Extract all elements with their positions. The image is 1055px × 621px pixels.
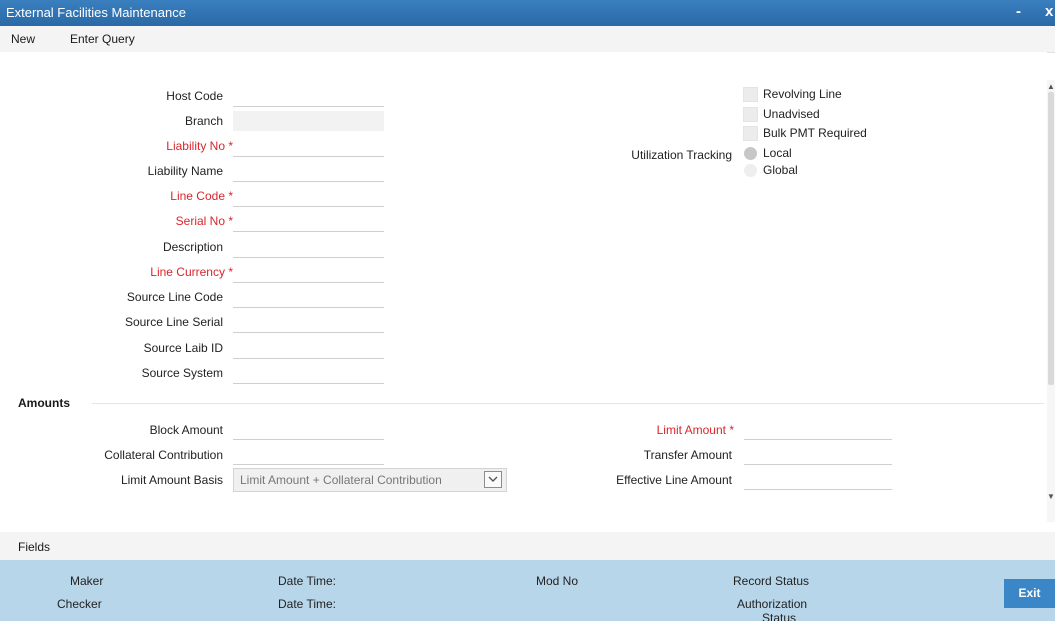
menu-new[interactable]: New (11, 32, 35, 46)
source-system-label: Source System (141, 366, 223, 380)
line-code-field[interactable] (233, 186, 384, 207)
block-amount-label: Block Amount (149, 423, 223, 437)
amounts-section-title: Amounts (18, 396, 70, 410)
source-line-serial-label: Source Line Serial (124, 315, 223, 329)
host-code-field[interactable] (233, 86, 384, 107)
line-currency-label: Line Currency * (150, 265, 233, 279)
menu-enter-query[interactable]: Enter Query (70, 32, 135, 46)
window-title: External Facilities Maintenance (6, 5, 186, 20)
exit-button[interactable]: Exit (1004, 579, 1055, 608)
bulk-pmt-required-checkbox[interactable] (743, 126, 758, 141)
line-currency-field[interactable] (233, 262, 384, 283)
utilization-local-radio[interactable] (744, 147, 757, 160)
liability-no-label: Liability No * (166, 139, 233, 153)
chevron-down-icon[interactable] (484, 471, 502, 488)
source-laib-id-field[interactable] (233, 338, 384, 359)
checker-label: Checker (57, 597, 102, 611)
utilization-tracking-label: Utilization Tracking (631, 148, 732, 162)
host-code-label: Host Code (166, 89, 223, 103)
utilization-global-label: Global (763, 163, 798, 177)
checker-date-time-label: Date Time: (278, 597, 337, 611)
mod-no-label: Mod No (536, 574, 579, 588)
serial-no-label: Serial No * (175, 214, 233, 228)
utilization-global-radio[interactable] (744, 164, 757, 177)
limit-amount-basis-value: Limit Amount + Collateral Contribution (240, 473, 442, 487)
revolving-line-label: Revolving Line (763, 87, 842, 101)
minimize-button[interactable]: - (1016, 3, 1021, 20)
unadvised-label: Unadvised (763, 107, 820, 121)
description-label: Description (162, 240, 223, 254)
line-code-label: Line Code * (170, 189, 233, 203)
limit-amount-label: Limit Amount * (656, 423, 734, 437)
branch-field (233, 111, 384, 131)
close-button[interactable]: x (1045, 3, 1053, 20)
limit-amount-field[interactable] (744, 419, 892, 440)
liability-name-field[interactable] (233, 161, 384, 182)
liability-name-label: Liability Name (147, 164, 223, 178)
effective-line-amount-field[interactable] (744, 469, 892, 490)
bulk-pmt-required-label: Bulk PMT Required (763, 126, 867, 140)
collateral-contribution-label: Collateral Contribution (104, 448, 223, 462)
title-bar: External Facilities Maintenance - x (0, 0, 1055, 26)
vertical-scrollbar[interactable]: ▲ ▼ (1047, 80, 1055, 522)
authorization-status-label-line2: Status (762, 611, 797, 621)
description-field[interactable] (233, 237, 384, 258)
liability-no-field[interactable] (233, 136, 384, 157)
revolving-line-checkbox[interactable] (743, 87, 758, 102)
arrow-down-icon[interactable]: ▼ (1047, 492, 1055, 501)
source-laib-id-label: Source Laib ID (143, 341, 223, 355)
effective-line-amount-label: Effective Line Amount (616, 473, 732, 487)
source-line-code-label: Source Line Code (126, 290, 223, 304)
arrow-up-icon[interactable]: ▲ (1047, 82, 1055, 91)
fields-link[interactable]: Fields (18, 540, 50, 554)
source-system-field[interactable] (233, 363, 384, 384)
serial-no-field[interactable] (233, 211, 384, 232)
maker-date-time-label: Date Time: (278, 574, 337, 588)
menu-bar: New Enter Query (0, 26, 1055, 53)
collateral-contribution-field[interactable] (233, 444, 384, 465)
limit-amount-basis-label: Limit Amount Basis (120, 473, 223, 487)
transfer-amount-field[interactable] (744, 444, 892, 465)
branch-label: Branch (184, 114, 223, 128)
amounts-divider (92, 403, 1044, 404)
block-amount-field[interactable] (233, 419, 384, 440)
fields-bar: Fields (0, 532, 1055, 560)
form-area: Host Code Branch Liability No * Liabilit… (0, 52, 1047, 522)
source-line-code-field[interactable] (233, 287, 384, 308)
transfer-amount-label: Transfer Amount (643, 448, 732, 462)
utilization-local-label: Local (763, 146, 792, 160)
authorization-status-label: Authorization (737, 597, 808, 611)
record-status-label: Record Status (733, 574, 810, 588)
source-line-serial-field[interactable] (233, 312, 384, 333)
maker-label: Maker (70, 574, 104, 588)
limit-amount-basis-select[interactable]: Limit Amount + Collateral Contribution (233, 468, 507, 492)
scrollbar-thumb[interactable] (1048, 92, 1054, 385)
audit-panel: Maker Checker Date Time: Date Time: Mod … (0, 560, 1055, 621)
unadvised-checkbox[interactable] (743, 107, 758, 122)
